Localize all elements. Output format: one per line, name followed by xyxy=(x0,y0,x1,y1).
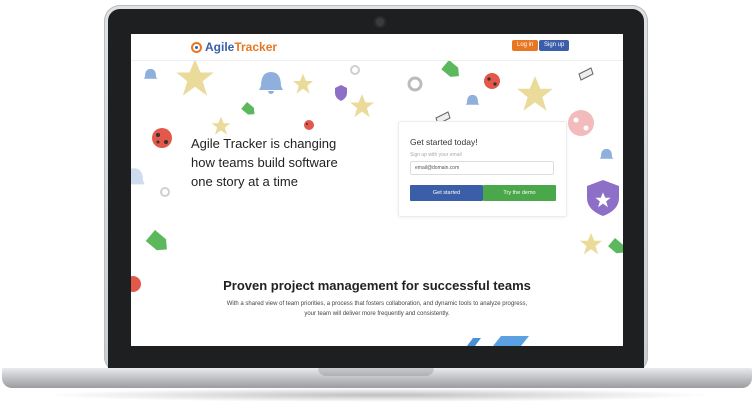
hero-line-3: one story at a time xyxy=(191,174,298,189)
bell-icon xyxy=(259,72,283,94)
gear-icon xyxy=(407,76,423,92)
try-demo-button[interactable]: Try the demo xyxy=(483,185,556,201)
signup-card: Get started today! Sign up with your ema… xyxy=(398,121,567,217)
logo-icon xyxy=(191,41,202,53)
gear-icon xyxy=(160,187,170,197)
logo-text: AgileTracker xyxy=(205,40,278,54)
bell-icon xyxy=(599,148,614,159)
bell-icon xyxy=(131,168,145,185)
tag-icon xyxy=(145,230,167,251)
ladybug-icon xyxy=(484,73,500,89)
ladybug-icon xyxy=(304,120,314,130)
bell-icon xyxy=(465,94,480,105)
tag-icon xyxy=(441,60,459,77)
star-icon xyxy=(292,73,314,94)
star-icon xyxy=(350,94,374,118)
camera-icon xyxy=(376,18,384,26)
logo[interactable]: AgileTracker xyxy=(191,39,277,55)
bell-icon xyxy=(143,68,158,79)
laptop-shadow xyxy=(40,388,714,402)
laptop-notch xyxy=(318,368,434,376)
section-title: Proven project management for successful… xyxy=(223,278,531,293)
star-icon xyxy=(517,76,553,111)
card-title: Get started today! xyxy=(410,137,478,147)
section-text: With a shared view of team priorities, a… xyxy=(226,301,528,317)
tag-icon xyxy=(241,102,255,115)
ladybug-icon xyxy=(152,128,172,148)
get-started-button[interactable]: Get started xyxy=(410,185,483,201)
hero-line-2: how teams build software xyxy=(191,155,338,170)
star-icon xyxy=(579,232,603,255)
top-nav: AgileTracker Log in Sign up xyxy=(131,34,623,61)
login-button[interactable]: Log in xyxy=(512,40,539,51)
signup-button[interactable]: Sign up xyxy=(539,40,570,51)
hero-line-1: Agile Tracker is changing xyxy=(191,136,337,151)
gear-icon xyxy=(350,65,360,75)
tag-icon xyxy=(608,238,623,254)
star-icon xyxy=(211,116,231,135)
flag-icon xyxy=(578,67,594,81)
browser-screen: AgileTracker Log in Sign up Agile Tracke… xyxy=(131,34,623,346)
card-subtitle: Sign up with your email xyxy=(410,152,462,158)
card-icon xyxy=(467,336,529,346)
ladybug-icon xyxy=(568,110,594,136)
badge-icon xyxy=(335,85,347,101)
email-input[interactable]: email@domain.com xyxy=(410,161,554,175)
hero-headline: Agile Tracker is changing how teams buil… xyxy=(191,134,381,191)
badge-icon xyxy=(587,180,619,216)
star-icon xyxy=(176,59,214,96)
